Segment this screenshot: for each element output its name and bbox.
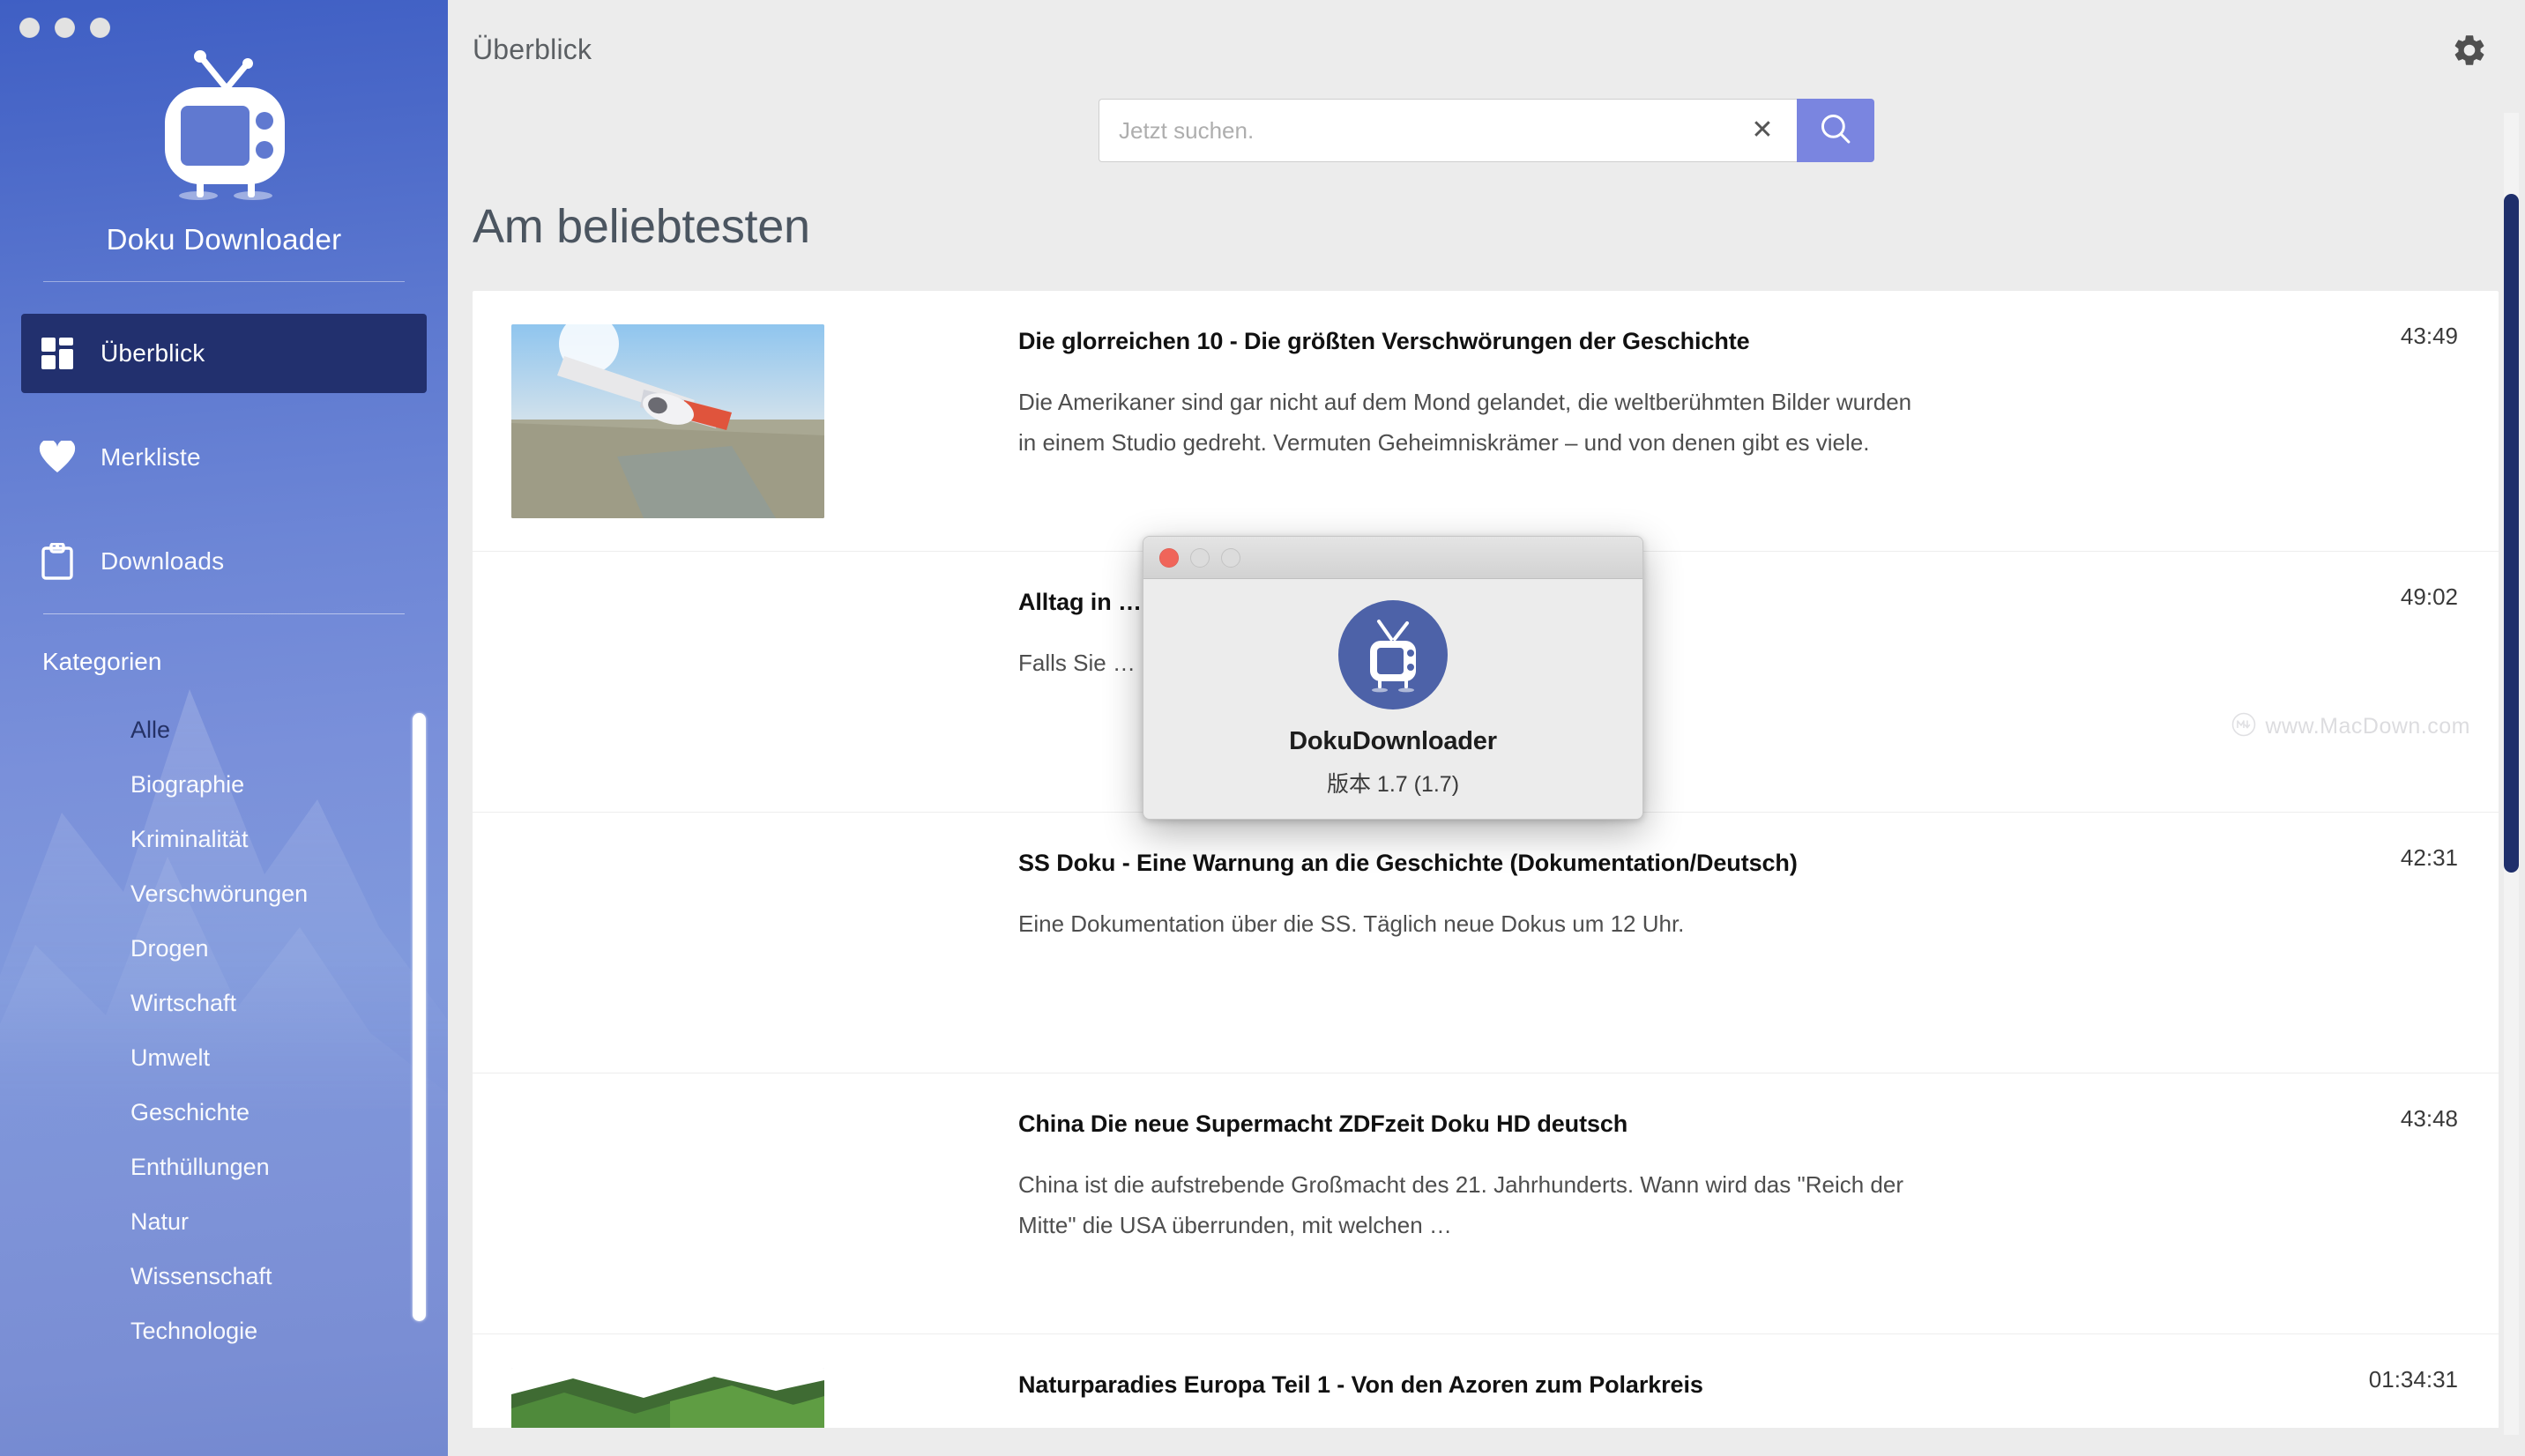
main-scrollbar[interactable]	[2504, 113, 2519, 1435]
category-item-kriminalitat[interactable]: Kriminalität	[0, 812, 448, 866]
topbar: Überblick	[448, 0, 2525, 99]
brand-block: Doku Downloader	[0, 0, 448, 282]
row-description: Eine Dokumentation über die SS. Täglich …	[1018, 910, 1685, 937]
row-description: Die Amerikaner sind gar nicht auf dem Mo…	[1018, 389, 1912, 457]
category-item-technologie[interactable]: Technologie	[0, 1304, 448, 1346]
about-dialog-body: DokuDownloader 版本 1.7 (1.7)	[1143, 579, 1642, 819]
table-row[interactable]: Naturparadies Europa Teil 1 - Von den Az…	[473, 1334, 2499, 1428]
window-traffic-lights[interactable]	[19, 18, 110, 38]
about-dialog-app-name: DokuDownloader	[1289, 727, 1497, 755]
nav-divider	[43, 613, 405, 614]
category-item-wissenschaft[interactable]: Wissenschaft	[0, 1249, 448, 1304]
clipboard-icon	[37, 541, 78, 582]
row-title: Die glorreichen 10 - Die größten Verschw…	[1018, 328, 1750, 354]
close-icon[interactable]: ✕	[1747, 115, 1777, 145]
row-description: China ist die aufstrebende Großmacht des…	[1018, 1171, 1903, 1239]
category-item-verschworungen[interactable]: Verschwörungen	[0, 866, 448, 921]
sidebar-item-merkliste[interactable]: Merkliste	[0, 418, 448, 497]
row-body: China Die neue Supermacht ZDFzeit Doku H…	[824, 1095, 2458, 1246]
category-item-umwelt[interactable]: Umwelt	[0, 1030, 448, 1085]
row-thumbnail-placeholder	[511, 585, 824, 779]
results-list-wrapper: Die glorreichen 10 - Die größten Verschw…	[473, 291, 2499, 1428]
row-title: Naturparadies Europa Teil 1 - Von den Az…	[1018, 1371, 1703, 1398]
main-scrollbar-thumb[interactable]	[2504, 194, 2519, 873]
airplane-aerial-thumb	[511, 324, 824, 518]
search-field[interactable]: ✕	[1099, 99, 1797, 162]
row-duration: 01:34:31	[2368, 1366, 2458, 1393]
brand-divider	[43, 281, 405, 282]
row-body: Naturparadies Europa Teil 1 - Von den Az…	[824, 1356, 2458, 1425]
sidebar-item-downloads[interactable]: Downloads	[0, 522, 448, 601]
window-maximize-button[interactable]	[90, 18, 110, 38]
categories-scrollbar[interactable]	[413, 713, 426, 1321]
categories-scrollbar-thumb[interactable]	[413, 713, 426, 1321]
search-icon	[1817, 110, 1854, 152]
sidebar-item-uberblick[interactable]: Überblick	[21, 314, 427, 393]
search-input[interactable]	[1119, 116, 1747, 145]
tv-circle-icon	[1337, 598, 1449, 711]
row-duration: 43:48	[2400, 1105, 2458, 1132]
window-minimize-button[interactable]	[55, 18, 75, 38]
gear-icon[interactable]	[2451, 32, 2488, 69]
tv-icon	[147, 46, 302, 209]
categories-heading: Kategorien	[42, 648, 162, 675]
row-body: Die glorreichen 10 - Die größten Verschw…	[824, 312, 2458, 464]
sidebar: Doku Downloader Überblick Merkliste Down…	[0, 0, 448, 1456]
about-dialog-close-button[interactable]	[1159, 547, 1179, 568]
row-title: SS Doku - Eine Warnung an die Geschichte…	[1018, 850, 1798, 876]
about-dialog-minimize-button[interactable]	[1190, 547, 1210, 568]
category-item-natur[interactable]: Natur	[0, 1194, 448, 1249]
search-box: ✕	[1099, 99, 1874, 162]
about-dialog: DokuDownloader 版本 1.7 (1.7)	[1143, 536, 1643, 820]
category-item-enthullungen[interactable]: Enthüllungen	[0, 1140, 448, 1194]
category-item-wirtschaft[interactable]: Wirtschaft	[0, 976, 448, 1030]
category-item-drogen[interactable]: Drogen	[0, 921, 448, 976]
application-window: Doku Downloader Überblick Merkliste Down…	[0, 0, 2525, 1456]
row-thumbnail-placeholder	[511, 1107, 824, 1301]
table-row[interactable]: Die glorreichen 10 - Die größten Verschw…	[473, 291, 2499, 552]
row-duration: 49:02	[2400, 583, 2458, 610]
about-dialog-maximize-button[interactable]	[1221, 547, 1240, 568]
grid-icon	[37, 333, 78, 374]
results-list: Die glorreichen 10 - Die größten Verschw…	[473, 291, 2499, 1428]
row-title: China Die neue Supermacht ZDFzeit Doku H…	[1018, 1111, 1628, 1137]
table-row[interactable]: SS Doku - Eine Warnung an die Geschichte…	[473, 813, 2499, 1073]
section-title: Am beliebtesten	[473, 200, 810, 253]
row-duration: 43:49	[2400, 323, 2458, 349]
brand-name: Doku Downloader	[106, 223, 342, 256]
search-row: ✕	[448, 99, 2525, 183]
about-dialog-version: 版本 1.7 (1.7)	[1326, 772, 1460, 797]
about-dialog-titlebar[interactable]	[1143, 537, 1642, 579]
search-button[interactable]	[1797, 99, 1874, 162]
sidebar-item-label: Downloads	[101, 547, 225, 575]
heart-icon	[37, 437, 78, 478]
row-duration: 42:31	[2400, 844, 2458, 871]
category-item-biographie[interactable]: Biographie	[0, 757, 448, 812]
category-item-geschichte[interactable]: Geschichte	[0, 1085, 448, 1140]
page-title: Überblick	[473, 33, 592, 65]
window-close-button[interactable]	[19, 18, 40, 38]
sidebar-item-label: Merkliste	[101, 443, 201, 471]
category-item-alle[interactable]: Alle	[0, 702, 448, 757]
sidebar-nav: Überblick Merkliste Downloads	[0, 314, 448, 601]
table-row[interactable]: China Die neue Supermacht ZDFzeit Doku H…	[473, 1073, 2499, 1334]
row-thumbnail-placeholder	[511, 846, 824, 1040]
row-body: SS Doku - Eine Warnung an die Geschichte…	[824, 834, 2458, 944]
sidebar-item-label: Überblick	[101, 339, 205, 367]
categories-list[interactable]: Alle Biographie Kriminalität Verschwörun…	[0, 702, 448, 1346]
green-lake-thumb	[511, 1368, 824, 1428]
